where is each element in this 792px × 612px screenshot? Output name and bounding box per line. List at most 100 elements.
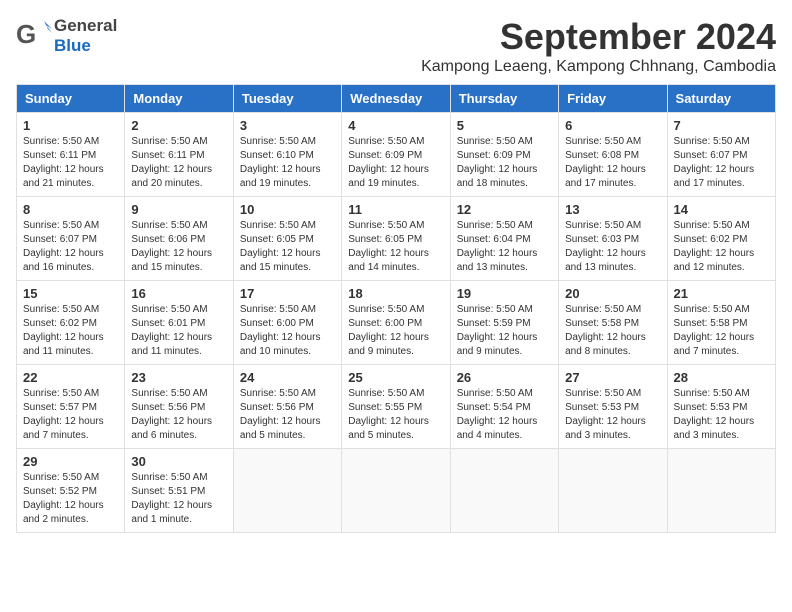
day-info: Sunrise: 5:50 AMSunset: 6:05 PMDaylight:… bbox=[348, 219, 443, 275]
col-wednesday: Wednesday bbox=[342, 85, 450, 113]
month-title: September 2024 bbox=[421, 16, 776, 58]
day-number: 11 bbox=[348, 202, 443, 217]
table-row bbox=[559, 449, 667, 533]
calendar-week-row: 29 Sunrise: 5:50 AMSunset: 5:52 PMDayligh… bbox=[17, 449, 776, 533]
day-info: Sunrise: 5:50 AMSunset: 5:59 PMDaylight:… bbox=[457, 303, 552, 359]
calendar-table: Sunday Monday Tuesday Wednesday Thursday… bbox=[16, 84, 776, 533]
table-row: 6 Sunrise: 5:50 AMSunset: 6:08 PMDaylight… bbox=[559, 113, 667, 197]
day-number: 26 bbox=[457, 370, 552, 385]
day-info: Sunrise: 5:50 AMSunset: 6:02 PMDaylight:… bbox=[23, 303, 118, 359]
day-number: 17 bbox=[240, 286, 335, 301]
col-saturday: Saturday bbox=[667, 85, 775, 113]
day-info: Sunrise: 5:50 AMSunset: 5:57 PMDaylight:… bbox=[23, 387, 118, 443]
table-row bbox=[342, 449, 450, 533]
day-info: Sunrise: 5:50 AMSunset: 6:11 PMDaylight:… bbox=[131, 135, 226, 191]
day-number: 20 bbox=[565, 286, 660, 301]
table-row: 16 Sunrise: 5:50 AMSunset: 6:01 PMDayligh… bbox=[125, 281, 233, 365]
day-number: 10 bbox=[240, 202, 335, 217]
day-info: Sunrise: 5:50 AMSunset: 6:05 PMDaylight:… bbox=[240, 219, 335, 275]
table-row: 1Sunrise: 5:50 AMSunset: 6:11 PMDaylight… bbox=[17, 113, 125, 197]
day-number: 16 bbox=[131, 286, 226, 301]
day-info: Sunrise: 5:50 AMSunset: 6:09 PMDaylight:… bbox=[457, 135, 552, 191]
table-row: 14Sunrise: 5:50 AMSunset: 6:02 PMDayligh… bbox=[667, 197, 775, 281]
table-row: 8 Sunrise: 5:50 AMSunset: 6:07 PMDaylight… bbox=[17, 197, 125, 281]
day-info: Sunrise: 5:50 AMSunset: 5:56 PMDaylight:… bbox=[131, 387, 226, 443]
table-row: 26 Sunrise: 5:50 AMSunset: 5:54 PMDayligh… bbox=[450, 365, 558, 449]
day-info: Sunrise: 5:50 AMSunset: 5:54 PMDaylight:… bbox=[457, 387, 552, 443]
table-row: 24 Sunrise: 5:50 AMSunset: 5:56 PMDayligh… bbox=[233, 365, 341, 449]
day-info: Sunrise: 5:50 AMSunset: 5:52 PMDaylight:… bbox=[23, 471, 118, 527]
table-row: 11 Sunrise: 5:50 AMSunset: 6:05 PMDayligh… bbox=[342, 197, 450, 281]
day-info: Sunrise: 5:50 AMSunset: 5:58 PMDaylight:… bbox=[565, 303, 660, 359]
table-row: 19 Sunrise: 5:50 AMSunset: 5:59 PMDayligh… bbox=[450, 281, 558, 365]
day-number: 8 bbox=[23, 202, 118, 217]
day-info: Sunrise: 5:50 AMSunset: 5:51 PMDaylight:… bbox=[131, 471, 226, 527]
day-info: Sunrise: 5:50 AMSunset: 5:55 PMDaylight:… bbox=[348, 387, 443, 443]
day-info: Sunrise: 5:50 AMSunset: 6:06 PMDaylight:… bbox=[131, 219, 226, 275]
table-row: 7Sunrise: 5:50 AMSunset: 6:07 PMDaylight… bbox=[667, 113, 775, 197]
table-row: 10 Sunrise: 5:50 AMSunset: 6:05 PMDayligh… bbox=[233, 197, 341, 281]
table-row: 18Sunrise: 5:50 AMSunset: 6:00 PMDayligh… bbox=[342, 281, 450, 365]
table-row: 23 Sunrise: 5:50 AMSunset: 5:56 PMDayligh… bbox=[125, 365, 233, 449]
day-number: 15 bbox=[23, 286, 118, 301]
day-info: Sunrise: 5:50 AMSunset: 6:10 PMDaylight:… bbox=[240, 135, 335, 191]
location-title: Kampong Leaeng, Kampong Chhnang, Cambodi… bbox=[421, 58, 776, 76]
day-number: 29 bbox=[23, 454, 118, 469]
table-row: 15 Sunrise: 5:50 AMSunset: 6:02 PMDayligh… bbox=[17, 281, 125, 365]
day-number: 30 bbox=[131, 454, 226, 469]
title-section: September 2024 Kampong Leaeng, Kampong C… bbox=[421, 16, 776, 76]
day-info: Sunrise: 5:50 AMSunset: 6:01 PMDaylight:… bbox=[131, 303, 226, 359]
day-number: 1 bbox=[23, 118, 118, 133]
table-row: 22Sunrise: 5:50 AMSunset: 5:57 PMDayligh… bbox=[17, 365, 125, 449]
col-monday: Monday bbox=[125, 85, 233, 113]
calendar-header-row: Sunday Monday Tuesday Wednesday Thursday… bbox=[17, 85, 776, 113]
day-number: 7 bbox=[674, 118, 769, 133]
day-info: Sunrise: 5:50 AMSunset: 5:56 PMDaylight:… bbox=[240, 387, 335, 443]
day-number: 6 bbox=[565, 118, 660, 133]
table-row: 5 Sunrise: 5:50 AMSunset: 6:09 PMDaylight… bbox=[450, 113, 558, 197]
table-row: 2 Sunrise: 5:50 AMSunset: 6:11 PMDaylight… bbox=[125, 113, 233, 197]
day-info: Sunrise: 5:50 AMSunset: 6:04 PMDaylight:… bbox=[457, 219, 552, 275]
day-info: Sunrise: 5:50 AMSunset: 6:09 PMDaylight:… bbox=[348, 135, 443, 191]
calendar-week-row: 15 Sunrise: 5:50 AMSunset: 6:02 PMDayligh… bbox=[17, 281, 776, 365]
table-row: 4 Sunrise: 5:50 AMSunset: 6:09 PMDaylight… bbox=[342, 113, 450, 197]
day-number: 27 bbox=[565, 370, 660, 385]
day-number: 24 bbox=[240, 370, 335, 385]
table-row: 13Sunrise: 5:50 AMSunset: 6:03 PMDayligh… bbox=[559, 197, 667, 281]
logo-icon: G bbox=[16, 19, 52, 54]
day-info: Sunrise: 5:50 AMSunset: 5:53 PMDaylight:… bbox=[674, 387, 769, 443]
day-number: 5 bbox=[457, 118, 552, 133]
logo-blue-label: Blue bbox=[54, 36, 117, 56]
day-number: 9 bbox=[131, 202, 226, 217]
day-number: 2 bbox=[131, 118, 226, 133]
day-number: 19 bbox=[457, 286, 552, 301]
table-row bbox=[233, 449, 341, 533]
day-number: 3 bbox=[240, 118, 335, 133]
table-row: 17 Sunrise: 5:50 AMSunset: 6:00 PMDayligh… bbox=[233, 281, 341, 365]
page-container: G General Blue September 2024 Kampong Le… bbox=[16, 16, 776, 533]
day-number: 18 bbox=[348, 286, 443, 301]
svg-text:G: G bbox=[16, 19, 36, 49]
table-row: 27Sunrise: 5:50 AMSunset: 5:53 PMDayligh… bbox=[559, 365, 667, 449]
day-number: 23 bbox=[131, 370, 226, 385]
header: G General Blue September 2024 Kampong Le… bbox=[16, 16, 776, 76]
calendar-week-row: 22Sunrise: 5:50 AMSunset: 5:57 PMDayligh… bbox=[17, 365, 776, 449]
col-sunday: Sunday bbox=[17, 85, 125, 113]
day-info: Sunrise: 5:50 AMSunset: 6:03 PMDaylight:… bbox=[565, 219, 660, 275]
table-row: 21Sunrise: 5:50 AMSunset: 5:58 PMDayligh… bbox=[667, 281, 775, 365]
table-row: 20 Sunrise: 5:50 AMSunset: 5:58 PMDayligh… bbox=[559, 281, 667, 365]
day-info: Sunrise: 5:50 AMSunset: 6:07 PMDaylight:… bbox=[23, 219, 118, 275]
calendar-week-row: 8 Sunrise: 5:50 AMSunset: 6:07 PMDaylight… bbox=[17, 197, 776, 281]
table-row bbox=[450, 449, 558, 533]
day-number: 28 bbox=[674, 370, 769, 385]
table-row: 3 Sunrise: 5:50 AMSunset: 6:10 PMDaylight… bbox=[233, 113, 341, 197]
day-info: Sunrise: 5:50 AMSunset: 5:58 PMDaylight:… bbox=[674, 303, 769, 359]
day-number: 4 bbox=[348, 118, 443, 133]
table-row: 12Sunrise: 5:50 AMSunset: 6:04 PMDayligh… bbox=[450, 197, 558, 281]
col-tuesday: Tuesday bbox=[233, 85, 341, 113]
table-row: 29 Sunrise: 5:50 AMSunset: 5:52 PMDayligh… bbox=[17, 449, 125, 533]
table-row: 25Sunrise: 5:50 AMSunset: 5:55 PMDayligh… bbox=[342, 365, 450, 449]
day-info: Sunrise: 5:50 AMSunset: 6:08 PMDaylight:… bbox=[565, 135, 660, 191]
day-info: Sunrise: 5:50 AMSunset: 6:00 PMDaylight:… bbox=[240, 303, 335, 359]
table-row bbox=[667, 449, 775, 533]
